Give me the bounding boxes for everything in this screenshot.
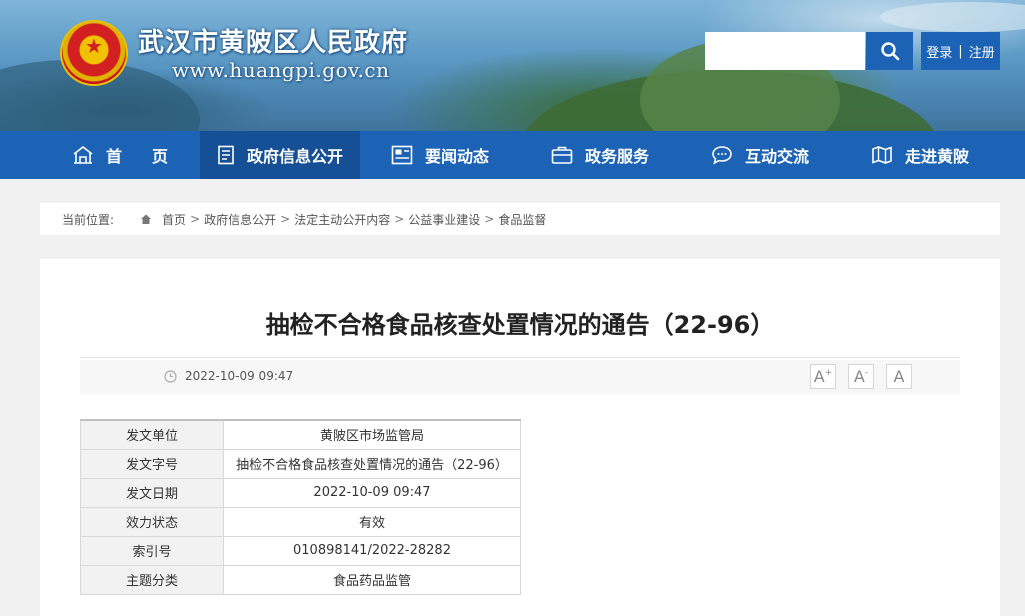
breadcrumb: 当前位置: 首页 > 政府信息公开 > 法定主动公开内容 > 公益事业建设 > … xyxy=(40,203,1000,235)
table-value: 有效 xyxy=(223,506,521,537)
table-key: 索引号 xyxy=(80,535,224,566)
table-key: 发文字号 xyxy=(80,448,224,479)
login-link[interactable]: 登录 xyxy=(926,42,952,61)
nav-item-home[interactable]: 首页 xyxy=(40,131,200,179)
table-row: 发文单位 黄陂区市场监管局 xyxy=(80,419,521,450)
breadcrumb-link-food-supervision[interactable]: 食品监督 xyxy=(498,211,546,228)
table-row: 效力状态 有效 xyxy=(80,506,521,537)
font-reset-label: A xyxy=(893,367,905,386)
search-icon xyxy=(880,42,899,61)
font-size-decrease-button[interactable]: A- xyxy=(848,364,874,389)
news-icon xyxy=(391,145,413,165)
nav-label: 首页 xyxy=(105,147,198,166)
chat-icon xyxy=(711,145,733,165)
search-input[interactable] xyxy=(705,32,865,70)
table-row: 主题分类 食品药品监管 xyxy=(80,564,521,595)
nav-label: 要闻动态 xyxy=(424,147,489,166)
site-url: www.huangpi.gov.cn xyxy=(172,58,390,82)
document-icon xyxy=(217,145,235,165)
breadcrumb-link-gov-info[interactable]: 政府信息公开 xyxy=(204,211,276,228)
article-panel: 抽检不合格食品核查处置情况的通告（22-96） 2022-10-09 09:47… xyxy=(40,259,1000,616)
document-info-table: 发文单位 黄陂区市场监管局 发文字号 抽检不合格食品核查处置情况的通告（22-9… xyxy=(80,419,521,595)
home-icon xyxy=(72,145,94,165)
nav-item-about[interactable]: 走进黄陂 xyxy=(840,131,1000,179)
table-value: 抽检不合格食品核查处置情况的通告（22-96） xyxy=(223,448,521,479)
breadcrumb-separator: > xyxy=(394,212,405,226)
nav-item-gov-info[interactable]: 政府信息公开 xyxy=(200,131,360,179)
font-decrease-label: A xyxy=(853,367,865,386)
breadcrumb-link-public-welfare[interactable]: 公益事业建设 xyxy=(408,211,480,228)
nav-label: 政府信息公开 xyxy=(246,147,343,166)
title-divider xyxy=(80,357,960,358)
register-link[interactable]: 注册 xyxy=(969,42,995,61)
banner-scenery xyxy=(880,2,1025,32)
table-row: 索引号 010898141/2022-28282 xyxy=(80,535,521,566)
login-register-box: 登录 | 注册 xyxy=(921,32,1000,70)
table-key: 发文单位 xyxy=(80,419,224,450)
publish-date-text: 2022-10-09 09:47 xyxy=(185,369,294,383)
briefcase-icon xyxy=(551,145,573,165)
table-value: 2022-10-09 09:47 xyxy=(223,477,521,508)
font-increase-label: A xyxy=(813,367,825,386)
table-row: 发文字号 抽检不合格食品核查处置情况的通告（22-96） xyxy=(80,448,521,479)
home-icon xyxy=(140,213,152,225)
site-title[interactable]: 武汉市黄陂区人民政府 xyxy=(138,22,408,59)
table-key: 发文日期 xyxy=(80,477,224,508)
breadcrumb-link-home[interactable]: 首页 xyxy=(162,211,186,228)
map-icon xyxy=(871,145,893,165)
table-value: 食品药品监管 xyxy=(223,564,521,595)
nav-item-news[interactable]: 要闻动态 xyxy=(360,131,520,179)
nav-item-services[interactable]: 政务服务 xyxy=(520,131,680,179)
minus-icon: - xyxy=(864,367,869,378)
article-title: 抽检不合格食品核查处置情况的通告（22-96） xyxy=(265,311,775,339)
nav-item-interaction[interactable]: 互动交流 xyxy=(680,131,840,179)
login-separator: | xyxy=(958,43,963,59)
font-size-increase-button[interactable]: A + xyxy=(810,364,836,389)
table-key: 主题分类 xyxy=(80,564,224,595)
table-row: 发文日期 2022-10-09 09:47 xyxy=(80,477,521,508)
national-emblem-logo xyxy=(62,22,126,84)
nav-label: 政务服务 xyxy=(584,147,649,166)
article-meta-bar: 2022-10-09 09:47 A + A- A xyxy=(80,360,960,394)
breadcrumb-separator: > xyxy=(484,212,495,226)
publish-date: 2022-10-09 09:47 xyxy=(164,369,293,383)
header-banner: 武汉市黄陂区人民政府 www.huangpi.gov.cn 登录 | 注册 xyxy=(0,0,1025,131)
breadcrumb-link-statutory[interactable]: 法定主动公开内容 xyxy=(294,211,390,228)
search-button[interactable] xyxy=(866,32,913,70)
breadcrumb-separator: > xyxy=(280,212,291,226)
plus-icon: + xyxy=(824,367,833,378)
breadcrumb-current-label: 当前位置: xyxy=(62,212,115,227)
main-nav: 首页 政府信息公开 要闻动态 政务服务 互动交流 走进黄陂 xyxy=(0,131,1025,179)
table-value: 010898141/2022-28282 xyxy=(223,535,521,566)
table-value: 黄陂区市场监管局 xyxy=(223,419,521,450)
nav-label: 互动交流 xyxy=(744,147,809,166)
breadcrumb-separator: > xyxy=(190,212,201,226)
clock-icon xyxy=(164,369,177,383)
table-key: 效力状态 xyxy=(80,506,224,537)
font-size-reset-button[interactable]: A xyxy=(886,364,912,389)
nav-label: 走进黄陂 xyxy=(904,147,969,166)
